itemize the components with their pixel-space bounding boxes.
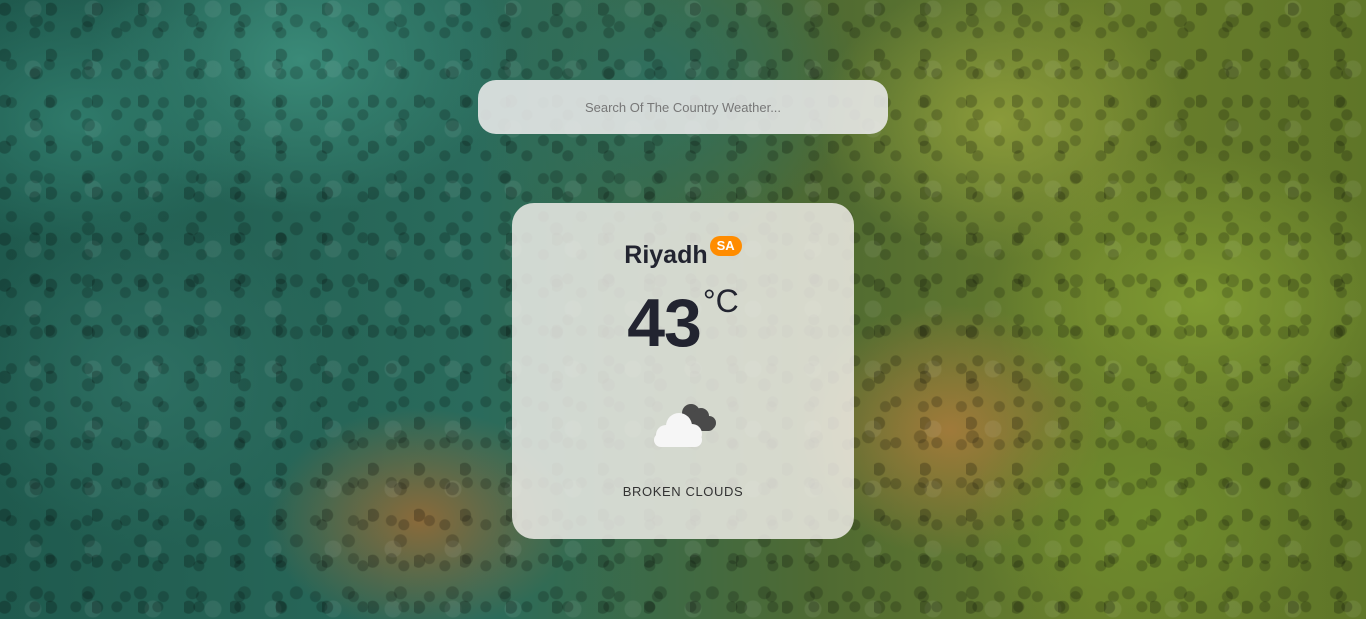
weather-card: Riyadh SA 43°C BROKEN CLOUDS: [512, 203, 854, 539]
weather-app: { "search": { "placeholder": "Search Of …: [0, 0, 1366, 619]
temperature-value: 43: [627, 285, 702, 361]
search-bar: [478, 80, 888, 134]
city-name: Riyadh: [624, 241, 708, 269]
weather-description: BROKEN CLOUDS: [622, 484, 744, 499]
broken-clouds-icon: [654, 404, 716, 447]
location-row: Riyadh SA: [512, 235, 854, 270]
search-input[interactable]: [478, 80, 888, 134]
temperature-unit: °C: [702, 283, 739, 319]
temperature-row: 43°C: [512, 283, 854, 361]
country-badge: SA: [709, 235, 742, 256]
